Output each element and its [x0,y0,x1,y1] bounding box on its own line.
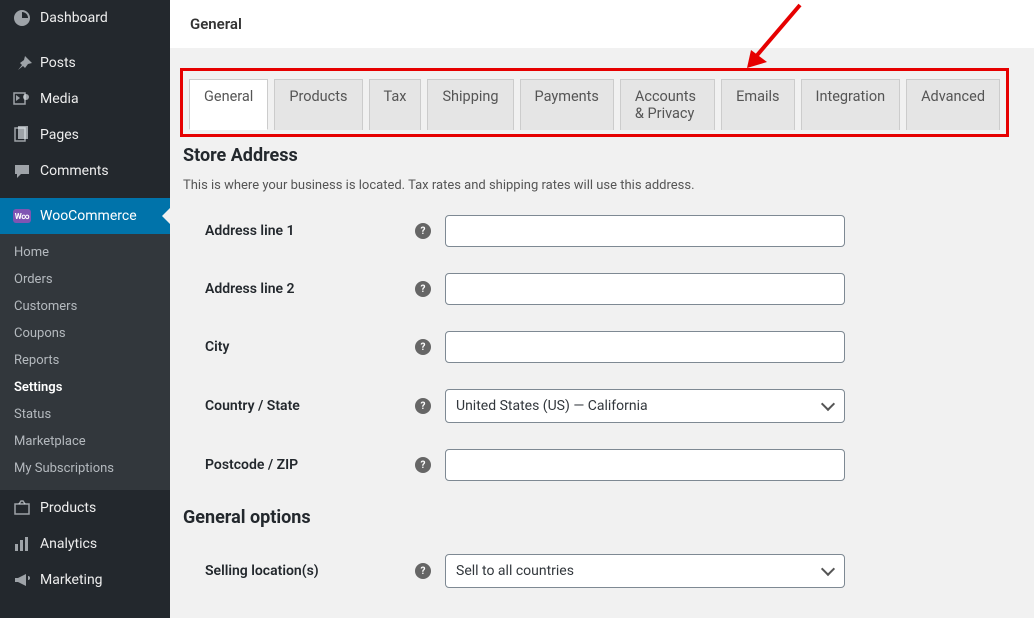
field-row-postcode: Postcode / ZIP ? [205,449,1014,481]
submenu-item-coupons[interactable]: Coupons [0,320,170,347]
settings-tabs: General Products Tax Shipping Payments A… [189,79,1000,130]
field-row-address2: Address line 2 ? [205,273,1014,305]
sidebar-item-posts[interactable]: Posts [0,45,170,81]
sidebar-item-label: Products [40,500,96,516]
admin-sidebar: Dashboard Posts Media Pages Comments W∞ … [0,0,170,618]
sidebar-item-comments[interactable]: Comments [0,153,170,189]
pushpin-icon [12,53,32,73]
help-icon[interactable]: ? [415,281,431,297]
page-title: General [190,15,1034,33]
dashboard-icon [12,8,32,28]
tab-tax[interactable]: Tax [369,79,422,130]
page-title-bar: General [170,0,1034,48]
tab-advanced[interactable]: Advanced [906,79,1000,130]
city-input[interactable] [445,331,845,363]
field-label: Country / State [205,398,415,414]
section-title-general-options: General options [183,507,1014,528]
media-icon [12,89,32,109]
tab-emails[interactable]: Emails [721,79,794,130]
help-icon[interactable]: ? [415,457,431,473]
tab-accounts-privacy[interactable]: Accounts & Privacy [620,79,715,130]
submenu-item-reports[interactable]: Reports [0,347,170,374]
submenu-item-customers[interactable]: Customers [0,293,170,320]
submenu-item-subscriptions[interactable]: My Subscriptions [0,455,170,482]
field-label: Selling location(s) [205,563,415,579]
sidebar-item-label: Comments [40,163,109,179]
section-description: This is where your business is located. … [183,178,1014,193]
postcode-input[interactable] [445,449,845,481]
sidebar-item-label: Dashboard [40,10,108,26]
address1-input[interactable] [445,215,845,247]
sidebar-item-label: Marketing [40,572,103,588]
products-icon [12,498,32,518]
sidebar-item-woocommerce[interactable]: W∞ WooCommerce [0,198,170,234]
sidebar-item-pages[interactable]: Pages [0,117,170,153]
page-icon [12,125,32,145]
comment-icon [12,161,32,181]
address2-input[interactable] [445,273,845,305]
field-label: Address line 2 [205,281,415,297]
sidebar-item-label: WooCommerce [40,208,137,224]
submenu-item-marketplace[interactable]: Marketplace [0,428,170,455]
sidebar-item-media[interactable]: Media [0,81,170,117]
tab-general[interactable]: General [189,79,268,130]
submenu-item-home[interactable]: Home [0,239,170,266]
tab-shipping[interactable]: Shipping [427,79,513,130]
main-content: General General Products Tax Shipping Pa… [170,0,1034,618]
sidebar-item-label: Media [40,91,79,107]
sidebar-item-label: Posts [40,55,76,71]
submenu-item-status[interactable]: Status [0,401,170,428]
country-select[interactable]: United States (US) — California [445,389,845,423]
sidebar-item-analytics[interactable]: Analytics [0,526,170,562]
help-icon[interactable]: ? [415,339,431,355]
help-icon[interactable]: ? [415,563,431,579]
woocommerce-icon: W∞ [12,206,32,226]
sidebar-item-label: Pages [40,127,79,143]
sidebar-item-marketing[interactable]: Marketing [0,562,170,598]
megaphone-icon [12,570,32,590]
sidebar-submenu: Home Orders Customers Coupons Reports Se… [0,234,170,490]
field-label: Postcode / ZIP [205,457,415,473]
field-row-country: Country / State ? United States (US) — C… [205,389,1014,423]
tab-payments[interactable]: Payments [520,79,614,130]
field-label: City [205,339,415,355]
help-icon[interactable]: ? [415,223,431,239]
field-row-selling-location: Selling location(s) ? Sell to all countr… [205,554,1014,588]
field-row-city: City ? [205,331,1014,363]
section-title-store-address: Store Address [183,145,1014,166]
sidebar-item-label: Analytics [40,536,97,552]
sidebar-item-products[interactable]: Products [0,490,170,526]
help-icon[interactable]: ? [415,398,431,414]
field-row-address1: Address line 1 ? [205,215,1014,247]
sidebar-item-dashboard[interactable]: Dashboard [0,0,170,36]
tab-products[interactable]: Products [274,79,362,130]
tab-integration[interactable]: Integration [801,79,901,130]
submenu-item-settings[interactable]: Settings [0,374,170,401]
analytics-icon [12,534,32,554]
tabs-highlight-box: General Products Tax Shipping Payments A… [180,68,1009,137]
submenu-item-orders[interactable]: Orders [0,266,170,293]
field-label: Address line 1 [205,223,415,239]
selling-location-select[interactable]: Sell to all countries [445,554,845,588]
